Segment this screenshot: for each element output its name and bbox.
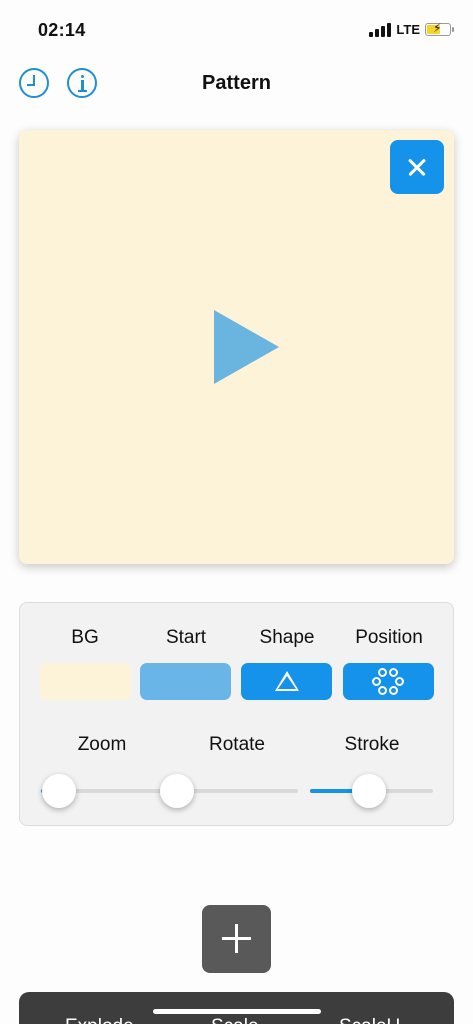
zoom-slider[interactable]: [41, 774, 163, 808]
explode-button[interactable]: Explode: [65, 1016, 134, 1024]
bg-color-button[interactable]: [40, 663, 131, 700]
signal-icon: [369, 22, 392, 37]
scale-button[interactable]: Scale: [211, 1016, 259, 1024]
position-button[interactable]: [343, 663, 434, 700]
zoom-label: Zoom: [77, 734, 127, 755]
play-triangle-icon: [214, 310, 279, 384]
position-label: Position: [355, 627, 423, 648]
stroke-slider[interactable]: [310, 774, 433, 808]
add-button[interactable]: [202, 905, 271, 973]
stroke-label: Stroke: [344, 734, 400, 755]
rotate-label: Rotate: [209, 734, 265, 755]
bg-label: BG: [71, 627, 99, 648]
stroke-slider-thumb[interactable]: [352, 774, 387, 808]
shape-label: Shape: [259, 627, 315, 648]
rotate-slider[interactable]: [160, 774, 298, 808]
rotate-slider-thumb[interactable]: [160, 774, 194, 808]
status-time: 02:14: [38, 20, 86, 40]
bottom-toolbar: Explode Scale ScaleU: [19, 992, 454, 1024]
charging-icon: ⚡: [433, 21, 442, 35]
scaleu-button[interactable]: ScaleU: [339, 1016, 400, 1024]
status-bar: 02:14 LTE ⚡: [0, 0, 473, 56]
home-indicator: [153, 1009, 321, 1014]
control-panel: BG Start Shape Position Zoom Rotate Stro…: [19, 602, 454, 826]
close-button[interactable]: [390, 140, 444, 194]
start-label: Start: [165, 627, 207, 648]
page-title: Pattern: [202, 72, 271, 94]
shape-button[interactable]: [241, 663, 332, 700]
zoom-slider-thumb[interactable]: [42, 774, 77, 808]
pattern-canvas[interactable]: [19, 130, 454, 564]
start-color-button[interactable]: [140, 663, 231, 700]
header: Pattern: [0, 62, 473, 106]
status-indicators: LTE ⚡: [369, 21, 454, 37]
network-label: LTE: [396, 22, 420, 37]
battery-icon: ⚡: [425, 21, 454, 36]
